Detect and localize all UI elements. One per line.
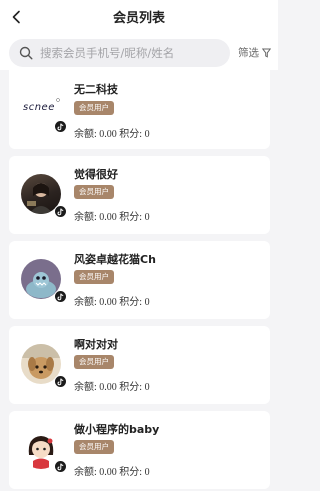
member-avatar bbox=[21, 174, 67, 218]
search-icon bbox=[18, 45, 34, 61]
points-label: 积分: bbox=[119, 212, 143, 223]
member-card[interactable]: 啊对对对 会员用户 余额: 0.00 积分: 0 bbox=[9, 326, 270, 404]
member-avatar bbox=[21, 429, 67, 473]
page-title: 会员列表 bbox=[112, 11, 165, 26]
scnee-logo: scnee bbox=[23, 98, 60, 113]
member-badge: 会员用户 bbox=[74, 440, 114, 454]
balance-value: 0.00 bbox=[99, 129, 117, 140]
member-stats: 余额: 0.00 积分: 0 bbox=[74, 463, 150, 478]
points-label: 积分: bbox=[119, 129, 143, 140]
tiktok-icon bbox=[54, 460, 67, 473]
points-value: 0 bbox=[144, 382, 150, 393]
member-name: 啊对对对 bbox=[74, 338, 118, 351]
member-stats: 余额: 0.00 积分: 0 bbox=[74, 378, 150, 393]
member-badge: 会员用户 bbox=[74, 101, 114, 115]
member-stats: 余额: 0.00 积分: 0 bbox=[74, 208, 150, 223]
member-name: 无二科技 bbox=[74, 83, 118, 96]
points-label: 积分: bbox=[119, 382, 143, 393]
filter-label: 筛选 bbox=[238, 47, 259, 59]
tiktok-icon bbox=[54, 290, 67, 303]
search-bar: 筛选 bbox=[0, 36, 278, 70]
balance-label: 余额: bbox=[74, 467, 97, 478]
balance-value: 0.00 bbox=[99, 382, 117, 393]
balance-value: 0.00 bbox=[99, 297, 117, 308]
balance-label: 余额: bbox=[74, 212, 97, 223]
funnel-icon bbox=[262, 48, 271, 58]
points-value: 0 bbox=[144, 129, 150, 140]
balance-label: 余额: bbox=[74, 297, 97, 308]
tiktok-icon bbox=[54, 120, 67, 133]
member-card[interactable]: 做小程序的baby 会员用户 余额: 0.00 积分: 0 bbox=[9, 411, 270, 489]
member-card[interactable]: 觉得很好 会员用户 余额: 0.00 积分: 0 bbox=[9, 156, 270, 234]
member-badge: 会员用户 bbox=[74, 270, 114, 284]
member-stats: 余额: 0.00 积分: 0 bbox=[74, 293, 150, 308]
tiktok-icon bbox=[54, 205, 67, 218]
header-bar: 会员列表 bbox=[0, 0, 278, 36]
member-avatar bbox=[21, 259, 67, 303]
member-avatar: scnee bbox=[21, 85, 67, 133]
svg-text:scnee: scnee bbox=[23, 102, 55, 113]
search-box[interactable] bbox=[9, 39, 230, 67]
points-value: 0 bbox=[144, 297, 150, 308]
member-badge: 会员用户 bbox=[74, 355, 114, 369]
points-label: 积分: bbox=[119, 297, 143, 308]
search-input[interactable] bbox=[40, 46, 225, 60]
member-name: 风姿卓越花猫Ch bbox=[74, 253, 156, 266]
member-name: 做小程序的baby bbox=[74, 423, 160, 436]
avatar: scnee bbox=[21, 85, 61, 125]
balance-label: 余额: bbox=[74, 129, 97, 140]
tiktok-icon bbox=[54, 375, 67, 388]
points-value: 0 bbox=[144, 467, 150, 478]
balance-label: 余额: bbox=[74, 382, 97, 393]
member-badge: 会员用户 bbox=[74, 185, 114, 199]
balance-value: 0.00 bbox=[99, 212, 117, 223]
member-name: 觉得很好 bbox=[74, 168, 118, 181]
points-label: 积分: bbox=[119, 467, 143, 478]
points-value: 0 bbox=[144, 212, 150, 223]
member-card[interactable]: scnee 无二科技 会员用户 余额: 0.00 积分: 0 bbox=[9, 70, 270, 149]
member-stats: 余额: 0.00 积分: 0 bbox=[74, 125, 150, 140]
filter-button[interactable]: 筛选 bbox=[238, 45, 271, 60]
balance-value: 0.00 bbox=[99, 467, 117, 478]
member-avatar bbox=[21, 344, 67, 388]
member-card[interactable]: 风姿卓越花猫Ch 会员用户 余额: 0.00 积分: 0 bbox=[9, 241, 270, 319]
